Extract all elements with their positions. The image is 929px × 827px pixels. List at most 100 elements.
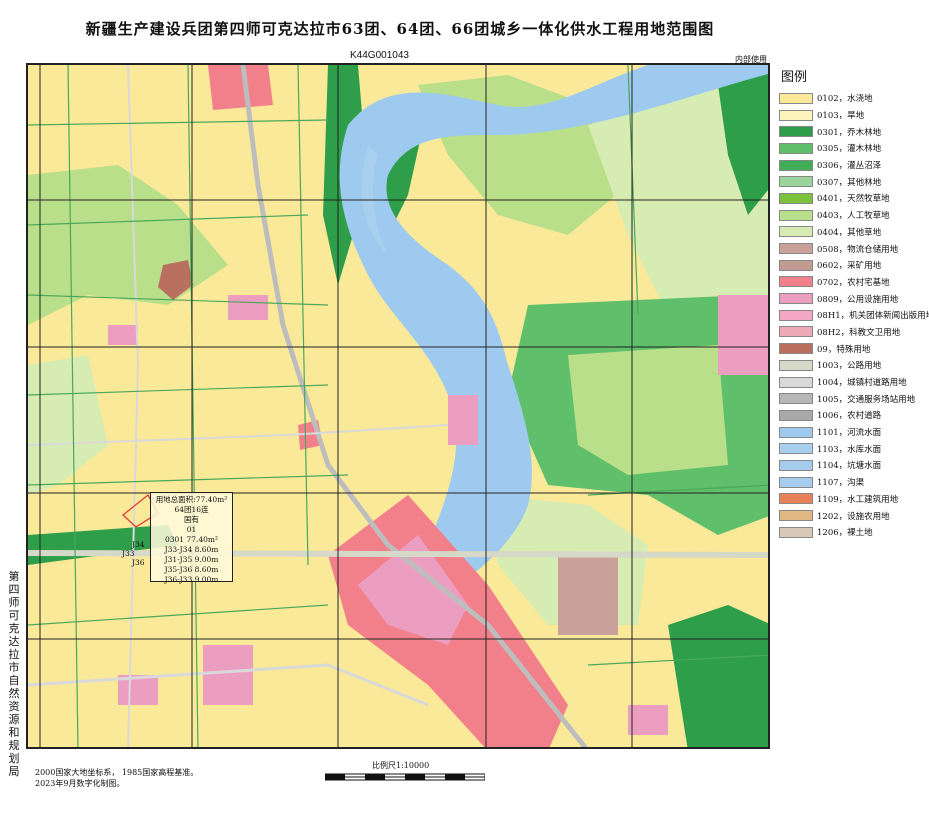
map-title: 新疆生产建设兵团第四师可克达拉市63团、64团、66团城乡一体化供水工程用地范围… [85, 20, 715, 38]
legend-swatch [779, 226, 813, 238]
legend-item: 1107，沟渠 [779, 474, 925, 491]
parcel-info-line: 01 [186, 525, 197, 534]
legend-swatch [779, 159, 813, 171]
parcel-info-box: 用地总面积:77.40m² 64团16连 国有 01 0301 77.40m² … [150, 492, 233, 584]
legend-label: 0307，其他林地 [817, 177, 882, 188]
legend-swatch [779, 176, 813, 188]
legend-label: 0602，采矿用地 [817, 261, 882, 272]
legend-swatch [779, 493, 813, 505]
point-label: J34 [132, 540, 145, 549]
legend-label: 0403，人工牧草地 [817, 211, 890, 222]
legend-label: 0508，物流仓储用地 [817, 244, 899, 255]
legend-item: 0307，其他林地 [779, 173, 925, 190]
coordinate-system-note: 2000国家大地坐标系， 1985国家高程基准。 [35, 768, 199, 777]
legend-label: 0305，灌木林地 [817, 144, 882, 155]
legend-label: 1003，公路用地 [817, 361, 882, 372]
sheet-code: K44G001043 [350, 50, 409, 61]
legend-title: 图例 [781, 70, 808, 85]
legend-swatch [779, 476, 813, 488]
legend-swatch [779, 259, 813, 271]
legend-label: 08H1，机关团体新闻出版用地 [817, 311, 929, 322]
legend-label: 1202，设施农用地 [817, 511, 890, 522]
legend-swatch [779, 409, 813, 421]
point-label: J33 [122, 549, 135, 558]
legend-swatch [779, 343, 813, 355]
legend-item: 0306，灌丛沼泽 [779, 157, 925, 174]
legend-item: 0702，农村宅基地 [779, 274, 925, 291]
parcel-info-line: 用地总面积:77.40m² [155, 495, 228, 504]
parcel-info-line: J35-J36 8.60m [164, 565, 219, 574]
legend-swatch [779, 510, 813, 522]
parcel-info-line: 国有 [184, 515, 199, 524]
legend-item: 0103，旱地 [779, 107, 925, 124]
legend-swatch [779, 309, 813, 321]
legend-label: 0103，旱地 [817, 111, 865, 122]
legend-item: 1202，设施农用地 [779, 507, 925, 524]
legend-item: 0102，水浇地 [779, 90, 925, 107]
legend-label: 0401，天然牧草地 [817, 194, 890, 205]
rural-homestead [208, 65, 273, 110]
public-facility-patch [628, 705, 668, 735]
legend-item: 1103，水库水面 [779, 440, 925, 457]
legend-item: 08H2，科教文卫用地 [779, 324, 925, 341]
legend-swatch [779, 443, 813, 455]
production-date-note: 2023年9月数字化制图。 [35, 779, 125, 788]
legend: 图例 0102，水浇地 0103，旱地 0301，乔木林地 0305，灌木林地 0306… [779, 66, 929, 541]
map-canvas[interactable] [26, 63, 770, 749]
public-facility-patch [718, 295, 768, 375]
legend-swatch [779, 209, 813, 221]
legend-item: 0305，灌木林地 [779, 140, 925, 157]
legend-swatch [779, 92, 813, 104]
legend-label: 1006，农村道路 [817, 411, 882, 422]
legend-item: 1206，裸土地 [779, 524, 925, 541]
legend-label: 0102，水浇地 [817, 94, 873, 105]
legend-label: 0702，农村宅基地 [817, 277, 890, 288]
legend-swatch [779, 293, 813, 305]
legend-swatch [779, 126, 813, 138]
parcel-point-labels: J34 J33 J36 [122, 540, 145, 567]
parcel-info-line: 64团16连 [174, 505, 209, 514]
legend-item: 1005，交通服务场站用地 [779, 390, 925, 407]
legend-swatch [779, 109, 813, 121]
legend-swatch [779, 276, 813, 288]
legend-item: 1006，农村道路 [779, 407, 925, 424]
legend-label: 0809，公用设施用地 [817, 294, 899, 305]
public-facility-patch [108, 325, 138, 345]
legend-swatch [779, 459, 813, 471]
legend-swatch [779, 359, 813, 371]
parcel-info-line: J36-J33 9.00m [164, 575, 219, 584]
point-label: J36 [132, 558, 145, 567]
legend-label: 0306，灌丛沼泽 [817, 161, 882, 172]
legend-item: 1004，城镇村道路用地 [779, 374, 925, 391]
legend-swatch [779, 426, 813, 438]
legend-swatch [779, 142, 813, 154]
legend-swatch [779, 393, 813, 405]
legend-item: 0809，公用设施用地 [779, 290, 925, 307]
legend-label: 1104，坑塘水面 [817, 461, 882, 472]
legend-label: 0301，乔木林地 [817, 127, 882, 138]
map-footnote: 2000国家大地坐标系， 1985国家高程基准。 2023年9月数字化制图。 [35, 767, 198, 789]
legend-label: 1005，交通服务场站用地 [817, 394, 916, 405]
legend-label: 0404，其他草地 [817, 227, 882, 238]
legend-label: 08H2，科教文卫用地 [817, 327, 901, 338]
legend-label: 1206，裸土地 [817, 528, 873, 539]
parcel-info-line: 0301 77.40m² [164, 535, 219, 544]
legend-swatch [779, 243, 813, 255]
legend-item: 0403，人工牧草地 [779, 207, 925, 224]
legend-item: 1109，水工建筑用地 [779, 491, 925, 508]
legend-label: 1004，城镇村道路用地 [817, 378, 907, 389]
scale-label: 比例尺1:10000 [372, 761, 430, 770]
legend-items: 0102，水浇地 0103，旱地 0301，乔木林地 0305，灌木林地 0306，灌丛… [779, 90, 929, 541]
legend-item: 1101，河流水面 [779, 424, 925, 441]
legend-swatch [779, 192, 813, 204]
legend-item: 0404，其他草地 [779, 224, 925, 241]
legend-item: 0602，采矿用地 [779, 257, 925, 274]
logistics-warehousing [558, 555, 618, 635]
legend-item: 08H1，机关团体新闻出版用地 [779, 307, 929, 324]
legend-swatch [779, 526, 813, 538]
legend-swatch [779, 326, 813, 338]
legend-item: 1104，坑塘水面 [779, 457, 925, 474]
land-use-map [28, 65, 768, 747]
issuing-authority: 第四师可克达拉市自然资源和规划局 [8, 570, 20, 778]
legend-label: 1101，河流水面 [817, 428, 882, 439]
